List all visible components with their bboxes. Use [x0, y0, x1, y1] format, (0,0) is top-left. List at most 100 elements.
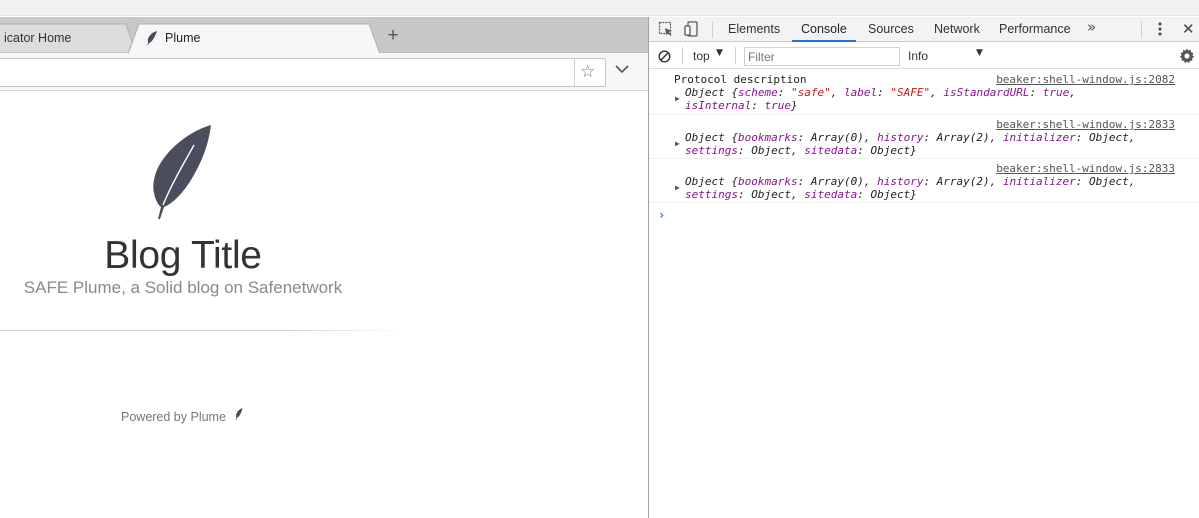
console-output: Protocol description beaker:shell-window…: [649, 70, 1199, 518]
object-text: }: [790, 99, 798, 112]
console-message: beaker:shell-window.js:2833 ▶ Object {bo…: [649, 159, 1199, 203]
dropdown-arrow-icon: ▼: [716, 48, 723, 58]
object-key: isStandardURL: [943, 86, 1030, 99]
object-line: Object {bookmarks: Array(0), history: Ar…: [685, 131, 1135, 144]
object-text: Object {: [685, 175, 738, 188]
object-text: Object {: [685, 131, 738, 144]
divider: [735, 47, 736, 64]
object-text: :: [1029, 86, 1043, 99]
plume-logo-icon: [153, 125, 211, 219]
tab-sources[interactable]: Sources: [868, 17, 914, 42]
object-text: : Object}: [857, 144, 917, 157]
object-text: : Array(0),: [797, 131, 878, 144]
devtools-panel: Elements Console Sources Network Perform…: [648, 17, 1199, 518]
tab-label: icator Home: [4, 31, 72, 45]
tab-label: Plume: [165, 31, 201, 45]
object-text: :: [877, 86, 891, 99]
web-page: Blog Title SAFE Plume, a Solid blog on S…: [0, 92, 648, 518]
tab-active[interactable]: Plume: [128, 23, 380, 54]
object-line: isInternal: true}: [685, 99, 1076, 112]
object-key: isInternal: [685, 99, 752, 112]
navigation-bar: ☆: [0, 53, 648, 91]
tab-console[interactable]: Console: [792, 17, 856, 42]
divider: [0, 330, 405, 331]
window-top-strip: [0, 0, 1199, 16]
object-text: Object {: [685, 86, 738, 99]
chevron-down-icon[interactable]: [615, 65, 629, 74]
console-message: beaker:shell-window.js:2833 ▶ Object {bo…: [649, 115, 1199, 159]
object-text: : Array(2),: [923, 131, 1003, 144]
object-preview[interactable]: Object {scheme: "safe", label: "SAFE", i…: [685, 86, 1076, 112]
object-key: bookmarks: [737, 131, 798, 144]
expand-triangle-icon[interactable]: ▶: [675, 183, 680, 192]
divider: [574, 59, 575, 86]
expand-triangle-icon[interactable]: ▶: [675, 94, 680, 103]
object-text: : Array(2),: [923, 175, 1003, 188]
object-line: Object {scheme: "safe", label: "SAFE", i…: [685, 86, 1076, 99]
object-text: : Object,: [1075, 131, 1136, 144]
inspect-element-icon[interactable]: [658, 21, 674, 37]
tab-elements[interactable]: Elements: [728, 17, 780, 42]
object-key: scheme: [737, 86, 778, 99]
tab-network[interactable]: Network: [934, 17, 980, 42]
tab-performance[interactable]: Performance: [999, 17, 1071, 42]
source-link[interactable]: beaker:shell-window.js:2833: [996, 118, 1175, 131]
tab-strip: icator Home Plume +: [0, 17, 648, 54]
object-line: settings: Object, sitedata: Object}: [685, 188, 1135, 201]
object-key: settings: [685, 188, 738, 201]
object-line: Object {bookmarks: Array(0), history: Ar…: [685, 175, 1135, 188]
object-line: settings: Object, sitedata: Object}: [685, 144, 1135, 157]
object-key: sitedata: [804, 144, 858, 157]
console-message: Protocol description beaker:shell-window…: [649, 70, 1199, 115]
clear-console-icon[interactable]: [658, 50, 671, 63]
more-tabs-icon[interactable]: »: [1087, 18, 1096, 36]
plume-feather-icon: [235, 408, 243, 420]
expand-triangle-icon[interactable]: ▶: [675, 139, 680, 148]
tab-inactive[interactable]: icator Home: [0, 23, 136, 53]
devtools-toolbar: Elements Console Sources Network Perform…: [649, 17, 1199, 42]
object-text: :: [777, 86, 791, 99]
object-text: : Object}: [857, 188, 917, 201]
device-toolbar-icon[interactable]: [684, 21, 700, 37]
object-preview[interactable]: Object {bookmarks: Array(0), history: Ar…: [685, 175, 1135, 201]
new-tab-button[interactable]: +: [383, 26, 403, 46]
console-prompt-icon[interactable]: ›: [658, 208, 665, 222]
source-link[interactable]: beaker:shell-window.js:2082: [996, 73, 1175, 86]
object-key: bookmarks: [737, 175, 798, 188]
screen: icator Home Plume + ☆ Blog Title SAFE Pl…: [0, 0, 1199, 518]
filter-input[interactable]: [744, 47, 900, 66]
context-select[interactable]: top: [693, 49, 710, 63]
close-icon[interactable]: ✕: [1182, 21, 1195, 37]
divider: [1141, 21, 1142, 38]
dropdown-arrow-icon: ▼: [976, 48, 983, 58]
browser-pane: icator Home Plume + ☆ Blog Title SAFE Pl…: [0, 17, 648, 518]
boolean-value: true: [764, 99, 791, 112]
object-text: :: [751, 99, 765, 112]
object-key: sitedata: [804, 188, 858, 201]
bookmark-star-icon[interactable]: ☆: [580, 62, 595, 82]
object-key: label: [843, 86, 878, 99]
plume-feather-icon: [147, 31, 157, 45]
object-text: ,: [1069, 86, 1076, 99]
object-text: ,: [830, 86, 844, 99]
object-key: initializer: [1002, 175, 1076, 188]
divider: [712, 21, 713, 38]
boolean-value: true: [1042, 86, 1070, 99]
divider: [682, 47, 683, 64]
blog-subtitle: SAFE Plume, a Solid blog on Safenetwork: [23, 278, 343, 297]
string-value: "safe": [790, 86, 831, 99]
object-preview[interactable]: Object {bookmarks: Array(0), history: Ar…: [685, 131, 1135, 157]
kebab-menu-icon[interactable]: [1158, 21, 1162, 37]
object-text: : Object,: [1075, 175, 1136, 188]
source-link[interactable]: beaker:shell-window.js:2833: [996, 162, 1175, 175]
url-input[interactable]: [3, 63, 563, 83]
object-key: history: [877, 175, 924, 188]
gear-icon[interactable]: [1179, 48, 1195, 64]
blog-title: Blog Title: [104, 234, 262, 277]
url-bar[interactable]: ☆: [0, 58, 606, 87]
log-level-select[interactable]: Info: [908, 49, 928, 63]
console-toolbar: top ▼ Info ▼: [649, 43, 1199, 69]
object-key: settings: [685, 144, 738, 157]
object-key: history: [877, 131, 924, 144]
object-text: : Object,: [737, 144, 805, 157]
